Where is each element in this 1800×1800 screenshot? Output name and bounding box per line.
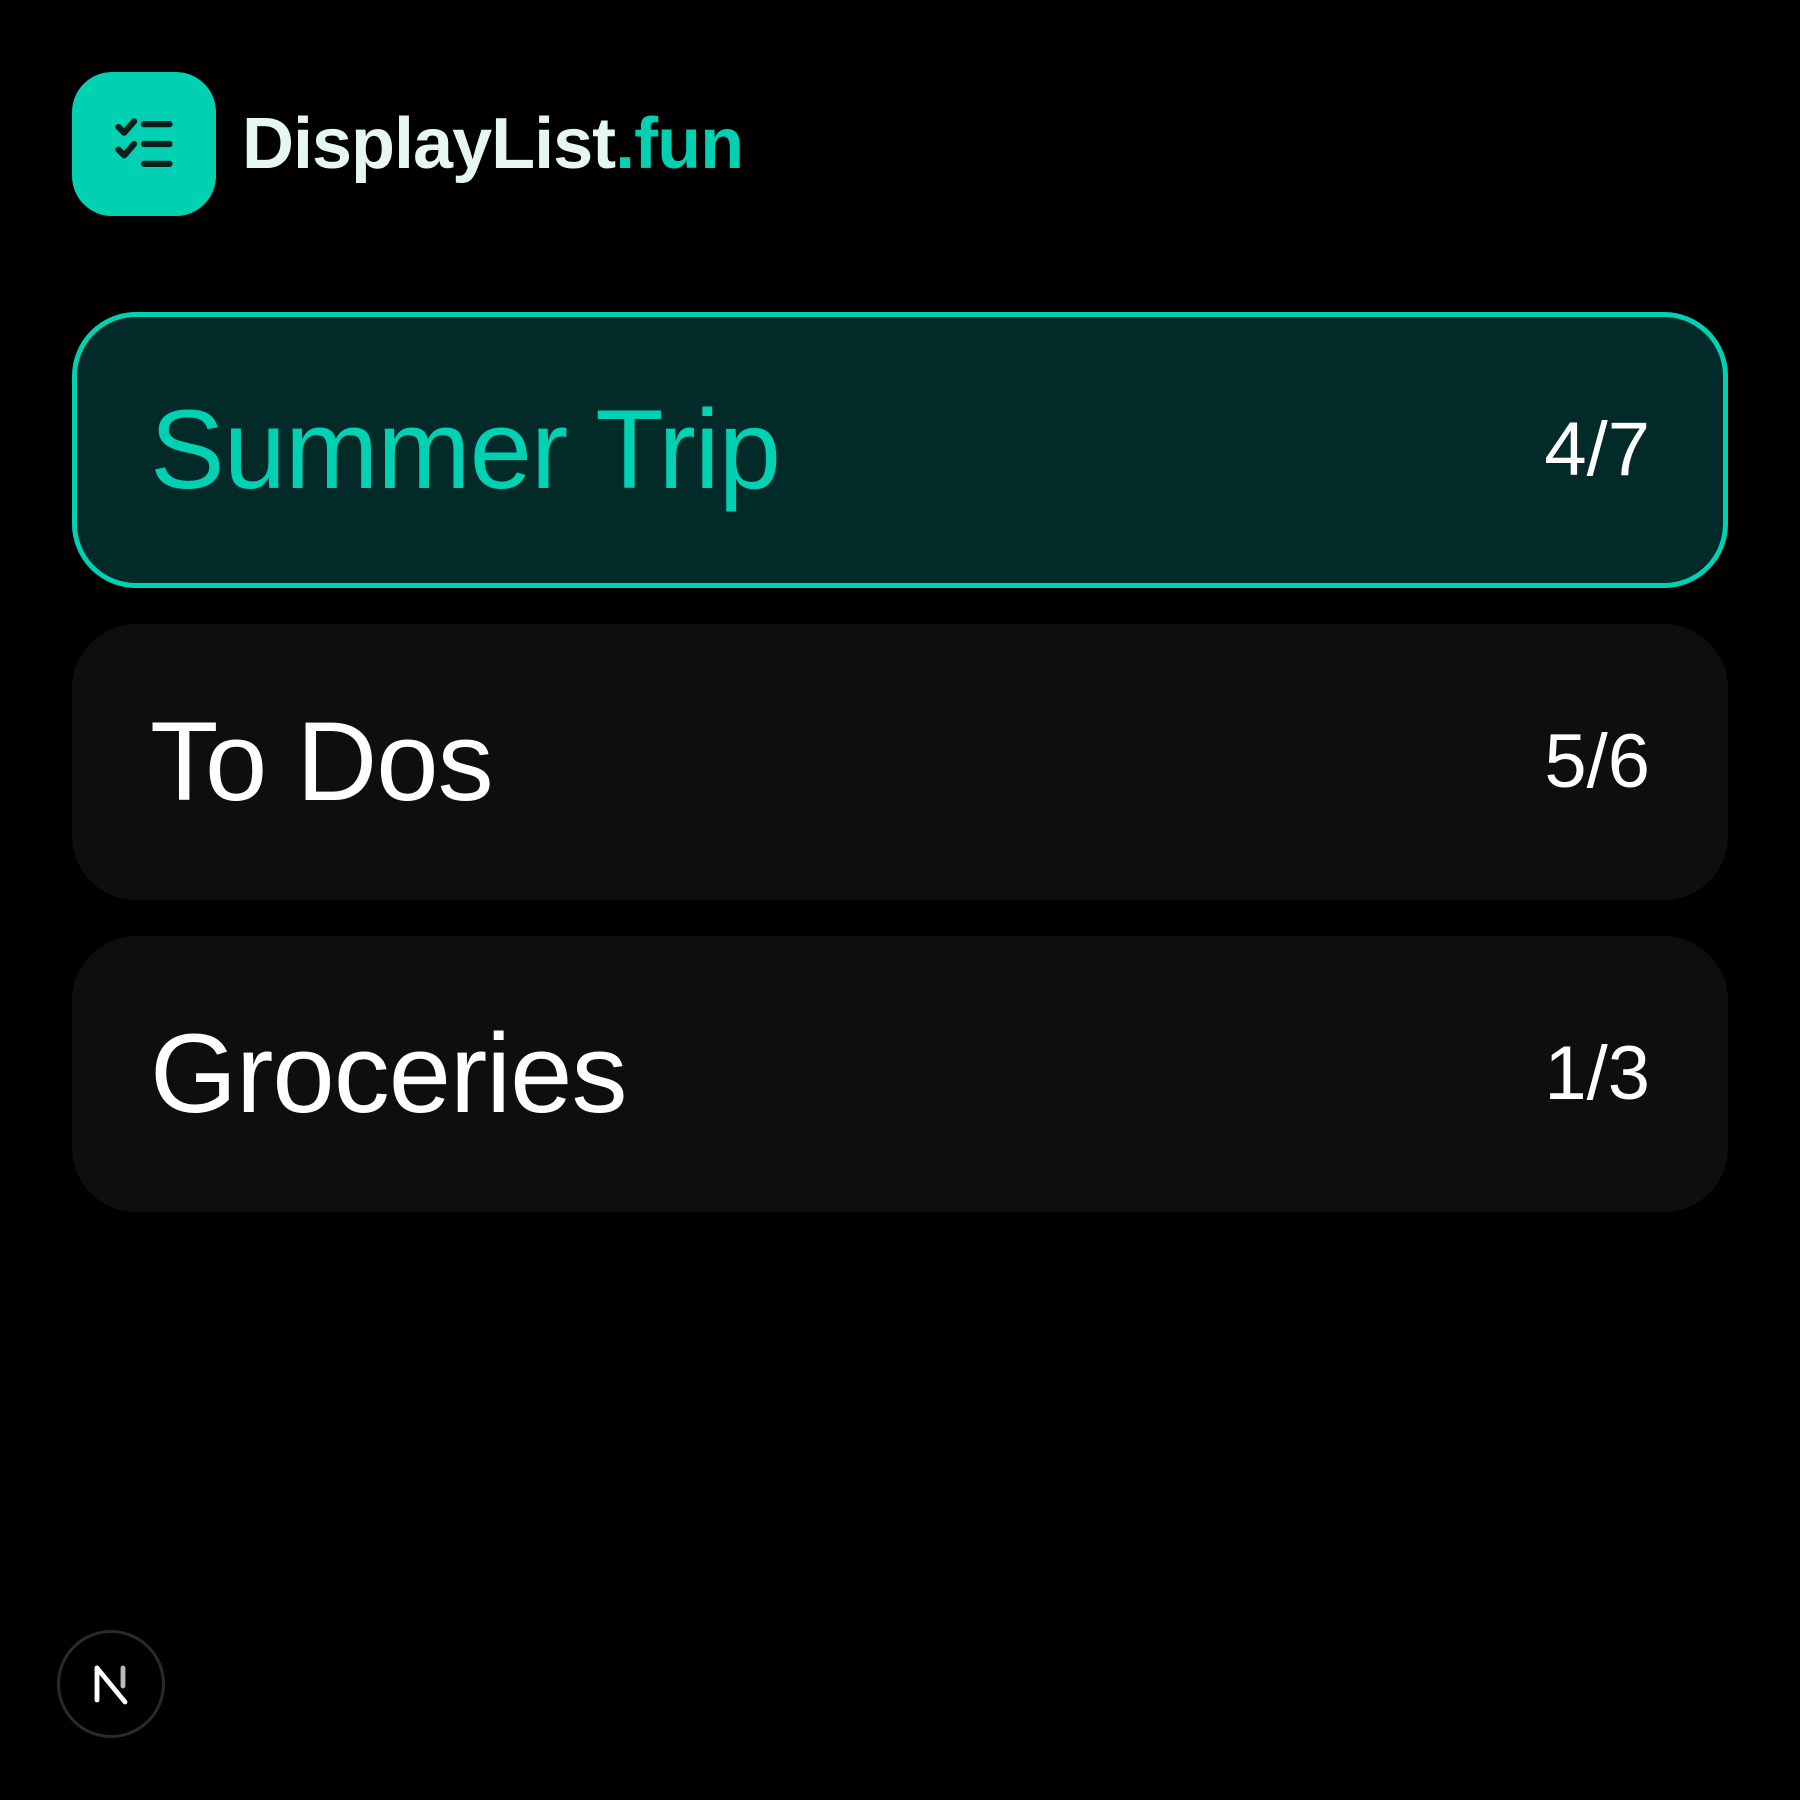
list-item-summer-trip[interactable]: Summer Trip 4/7 bbox=[72, 312, 1728, 588]
checklist-icon bbox=[115, 118, 173, 167]
nextjs-badge[interactable] bbox=[57, 1630, 165, 1738]
nextjs-n-icon bbox=[94, 1665, 128, 1705]
list-progress-count: 5/6 bbox=[1544, 719, 1650, 804]
brand-main: DisplayList bbox=[242, 104, 616, 184]
lists-container: Summer Trip 4/7 To Dos 5/6 Groceries 1/3 bbox=[72, 312, 1728, 1248]
list-progress-count: 1/3 bbox=[1544, 1031, 1650, 1116]
list-progress-count: 4/7 bbox=[1544, 407, 1650, 492]
list-name: Summer Trip bbox=[150, 387, 781, 512]
logo-badge bbox=[72, 72, 216, 216]
list-item-groceries[interactable]: Groceries 1/3 bbox=[72, 936, 1728, 1212]
list-name: To Dos bbox=[150, 699, 494, 824]
brand-name: DisplayList.fun bbox=[242, 108, 744, 180]
app-header: DisplayList.fun bbox=[72, 72, 744, 216]
list-name: Groceries bbox=[150, 1011, 627, 1136]
brand-accent: .fun bbox=[615, 104, 744, 184]
list-item-to-dos[interactable]: To Dos 5/6 bbox=[72, 624, 1728, 900]
